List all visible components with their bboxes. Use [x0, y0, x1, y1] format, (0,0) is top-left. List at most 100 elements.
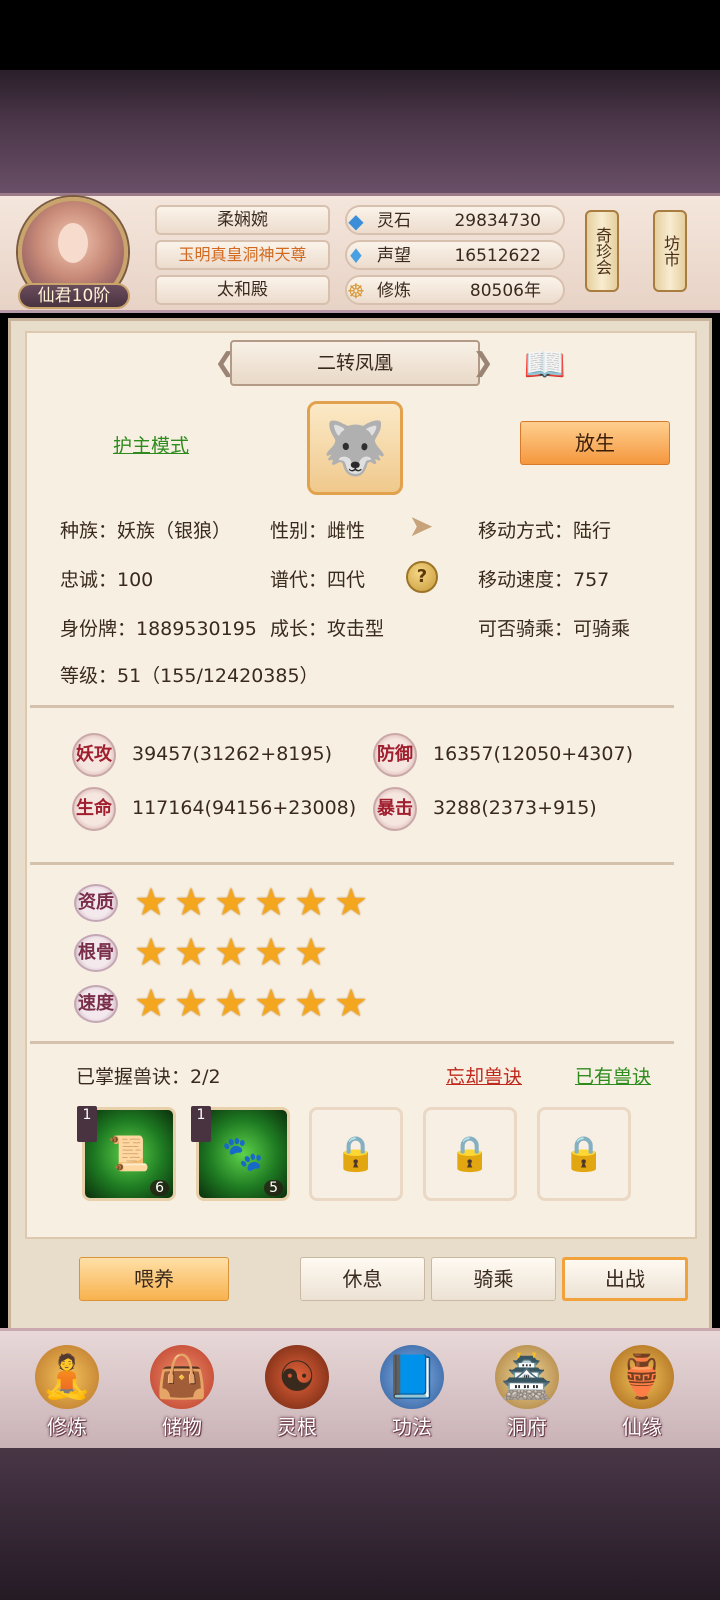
star-icon: ★	[253, 880, 289, 924]
pet-loyalty: 忠诚：100	[60, 569, 154, 591]
cultivation-icon: ☸	[347, 279, 365, 303]
pet-generation: 谱代：四代	[270, 569, 366, 591]
aptitude-stars-speed: ★ ★ ★ ★ ★ ★	[133, 983, 369, 1023]
star-icon: ★	[213, 930, 249, 974]
pet-race: 种族：妖族（银狼）	[60, 520, 232, 542]
nav-label: 洞府	[507, 1415, 547, 1439]
release-button[interactable]: 放生	[520, 421, 670, 465]
resource-reputation: ♦ 声望 16512622	[345, 240, 565, 270]
star-icon: ★	[293, 930, 329, 974]
stat-badge-hp: 生命	[72, 787, 116, 831]
nav-label: 仙缘	[622, 1415, 662, 1439]
rename-book-icon[interactable]: 📖	[520, 345, 570, 385]
help-question-icon[interactable]: ?	[406, 561, 438, 593]
skill-slot-2[interactable]: 🐾 1 5	[191, 1106, 290, 1201]
banner-right-ornament: ❯	[472, 348, 494, 378]
skill-slot-locked[interactable]: 🔒	[423, 1107, 517, 1201]
section-divider	[30, 1041, 674, 1044]
resource-value: 16512622	[454, 246, 541, 266]
ride-button[interactable]: 骑乘	[431, 1257, 556, 1301]
stat-value-defense: 16357(12050+4307)	[433, 743, 633, 765]
cultivate-icon: 🧘	[35, 1345, 99, 1409]
resource-value: 80506年	[469, 281, 541, 301]
guard-mode-link[interactable]: 护主模式	[113, 431, 189, 458]
aptitude-stars-bone: ★ ★ ★ ★ ★	[133, 932, 329, 972]
skill-slot-locked[interactable]: 🔒	[537, 1107, 631, 1201]
stat-badge-attack: 妖攻	[72, 733, 116, 777]
battle-button[interactable]: 出战	[562, 1257, 688, 1301]
pet-name-banner: 二转凤凰	[230, 340, 480, 386]
lock-icon: 🔒	[448, 1134, 492, 1174]
resource-label: 声望	[377, 246, 411, 266]
skill-slot-1[interactable]: 📜 1 6	[77, 1106, 176, 1201]
section-divider	[30, 705, 674, 708]
storage-bag-icon: 👜	[150, 1345, 214, 1409]
stat-badge-crit: 暴击	[373, 787, 417, 831]
lock-icon: 🔒	[562, 1134, 606, 1174]
pet-move-type: 移动方式：陆行	[478, 520, 612, 542]
rank-badge: 仙君10阶	[18, 283, 130, 309]
nav-cave[interactable]: 🏯 洞府	[477, 1345, 577, 1445]
skill-slot-locked[interactable]: 🔒	[309, 1107, 403, 1201]
spirit-root-icon: ☯	[265, 1345, 329, 1409]
top-backdrop	[0, 70, 720, 195]
aptitude-badge-speed: 速度	[74, 985, 118, 1023]
nav-cultivate[interactable]: 🧘 修炼	[17, 1345, 117, 1445]
skills-mastered-count: 已掌握兽诀：2/2	[76, 1066, 221, 1088]
aptitude-stars-quality: ★ ★ ★ ★ ★ ★	[133, 882, 369, 922]
pet-level: 等级：51（155/12420385）	[60, 665, 319, 687]
resource-cultivation: ☸ 修炼 80506年	[345, 275, 565, 305]
lock-icon: 🔒	[334, 1134, 378, 1174]
section-divider	[30, 862, 674, 865]
resource-value: 29834730	[454, 211, 541, 231]
resource-spirit-stone: ◆ 灵石 29834730	[345, 205, 565, 235]
manual-book-icon: 📘	[380, 1345, 444, 1409]
star-icon: ★	[253, 981, 289, 1025]
rest-button[interactable]: 休息	[300, 1257, 425, 1301]
resource-label: 修炼	[377, 281, 411, 301]
aptitude-badge-bone: 根骨	[74, 934, 118, 972]
star-icon: ★	[333, 880, 369, 924]
avatar-face	[58, 223, 88, 263]
cave-palace-icon: 🏯	[495, 1345, 559, 1409]
arrow-right-icon[interactable]: ➤	[404, 510, 438, 544]
skill-level: 1	[191, 1106, 211, 1142]
nav-fate[interactable]: 🏺 仙缘	[592, 1345, 692, 1445]
aptitude-badge-quality: 资质	[74, 884, 118, 922]
market-button[interactable]: 坊市	[653, 210, 687, 292]
stat-value-crit: 3288(2373+915)	[433, 797, 597, 819]
nav-manual[interactable]: 📘 功法	[362, 1345, 462, 1445]
owned-skills-link[interactable]: 已有兽诀	[575, 1062, 651, 1089]
skill-count: 5	[264, 1180, 283, 1196]
stat-value-attack: 39457(31262+8195)	[132, 743, 332, 765]
star-icon: ★	[133, 981, 169, 1025]
nav-storage[interactable]: 👜 储物	[132, 1345, 232, 1445]
nav-label: 修炼	[47, 1415, 87, 1439]
star-icon: ★	[213, 880, 249, 924]
pet-growth: 成长：攻击型	[270, 618, 385, 640]
star-icon: ★	[173, 981, 209, 1025]
nav-label: 功法	[392, 1415, 432, 1439]
player-title: 玉明真皇洞神天尊	[155, 240, 330, 270]
pet-id-tag: 身份牌：1889530195	[60, 618, 257, 640]
star-icon: ★	[253, 930, 289, 974]
nav-label: 灵根	[277, 1415, 317, 1439]
feed-button[interactable]: 喂养	[79, 1257, 229, 1301]
forget-skill-link[interactable]: 忘却兽诀	[446, 1062, 522, 1089]
treasure-auction-button[interactable]: 奇珍会	[585, 210, 619, 292]
player-name: 柔娴婉	[155, 205, 330, 235]
star-icon: ★	[173, 930, 209, 974]
pet-move-speed: 移动速度：757	[478, 569, 610, 591]
stat-badge-defense: 防御	[373, 733, 417, 777]
star-icon: ★	[293, 880, 329, 924]
star-icon: ★	[333, 981, 369, 1025]
pet-portrait-wolf-icon[interactable]: 🐺	[307, 401, 403, 495]
star-icon: ★	[293, 981, 329, 1025]
skill-level: 1	[77, 1106, 97, 1142]
pet-rideable: 可否骑乘：可骑乘	[478, 618, 631, 640]
skill-scroll-icon: 📜	[107, 1134, 151, 1174]
nav-label: 储物	[162, 1415, 202, 1439]
nav-spirit-root[interactable]: ☯ 灵根	[247, 1345, 347, 1445]
reputation-icon: ♦	[347, 244, 365, 268]
resource-label: 灵石	[377, 211, 411, 231]
